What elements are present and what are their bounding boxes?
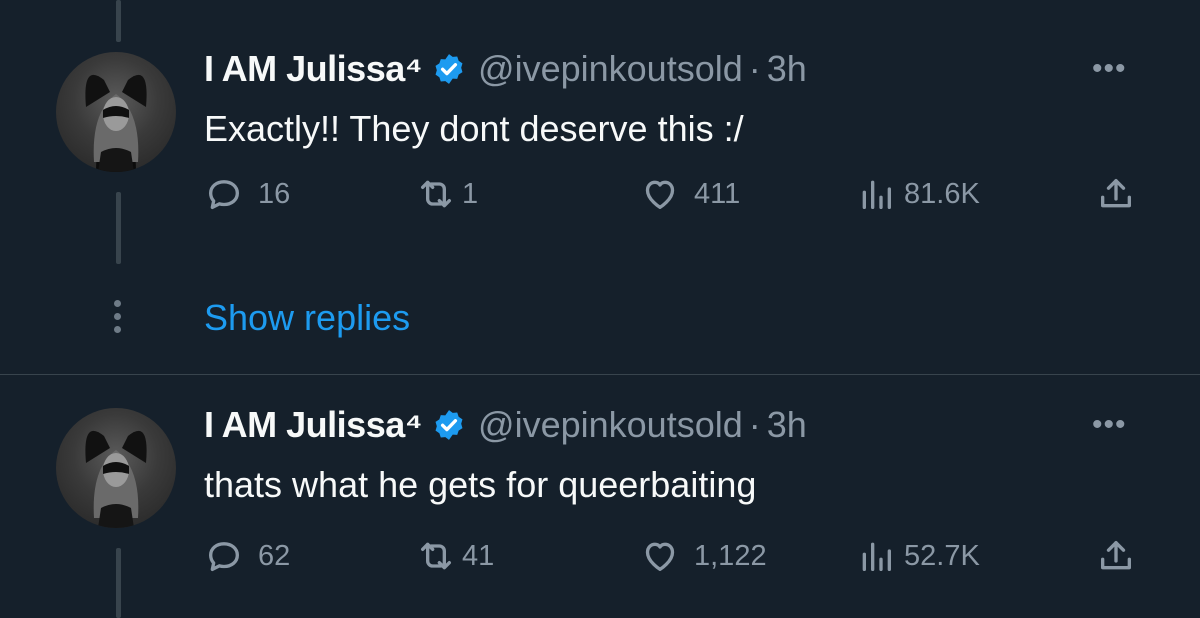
view-count: 81.6K: [904, 177, 980, 210]
tweet-header: I AM Julissa⁴ @ivepinkoutsold · 3h: [204, 404, 807, 446]
like-button[interactable]: 1,122: [640, 536, 767, 576]
reply-count: 16: [258, 177, 291, 210]
thread-ellipsis-icon: [113, 300, 123, 339]
retweet-icon: [421, 542, 451, 570]
share-icon: [1101, 179, 1131, 208]
share-button[interactable]: [1096, 174, 1136, 214]
retweet-count: 1: [462, 177, 479, 210]
action-bar: 16 1 411 81.6K: [0, 174, 1200, 214]
heart-icon: [645, 180, 675, 209]
show-replies-link[interactable]: Show replies: [204, 297, 410, 339]
reply-count: 62: [258, 539, 291, 572]
handle[interactable]: @ivepinkoutsold: [478, 48, 743, 90]
reply-button[interactable]: 62: [204, 536, 290, 576]
heart-icon: [645, 542, 675, 571]
handle[interactable]: @ivepinkoutsold: [478, 404, 743, 446]
action-bar: 62 41 1,122 52.7K: [0, 536, 1200, 576]
views-chart-icon: [862, 180, 891, 209]
avatar[interactable]: [56, 408, 176, 528]
tweet[interactable]: I AM Julissa⁴ @ivepinkoutsold · 3h ••• t…: [0, 374, 1200, 618]
reply-icon: [209, 180, 239, 209]
timestamp[interactable]: 3h: [767, 48, 807, 90]
display-name[interactable]: I AM Julissa⁴: [204, 48, 423, 90]
retweet-count: 41: [462, 539, 495, 572]
view-count: 52.7K: [904, 539, 980, 572]
tweet-text: Exactly!! They dont deserve this :/: [204, 108, 744, 149]
display-name[interactable]: I AM Julissa⁴: [204, 404, 423, 446]
avatar[interactable]: [56, 52, 176, 172]
retweet-button[interactable]: 41: [416, 536, 494, 576]
tweet-text: thats what he gets for queerbaiting: [204, 464, 757, 505]
views-button[interactable]: 81.6K: [856, 174, 980, 214]
reply-button[interactable]: 16: [204, 174, 290, 214]
timestamp[interactable]: 3h: [767, 404, 807, 446]
more-dots-icon[interactable]: •••: [1092, 408, 1127, 442]
views-chart-icon: [862, 542, 891, 571]
views-button[interactable]: 52.7K: [856, 536, 980, 576]
like-count: 411: [694, 177, 741, 210]
tweet[interactable]: I AM Julissa⁴ @ivepinkoutsold · 3h ••• E…: [0, 0, 1200, 374]
like-button[interactable]: 411: [640, 174, 740, 214]
share-icon: [1101, 541, 1131, 570]
tweet-header: I AM Julissa⁴ @ivepinkoutsold · 3h: [204, 48, 807, 90]
reply-icon: [209, 542, 239, 571]
retweet-icon: [421, 180, 451, 208]
more-dots-icon[interactable]: •••: [1092, 52, 1127, 86]
share-button[interactable]: [1096, 536, 1136, 576]
verified-badge-icon: [435, 410, 463, 440]
retweet-button[interactable]: 1: [416, 174, 478, 214]
separator: ·: [748, 48, 761, 89]
verified-badge-icon: [435, 54, 463, 84]
separator: ·: [748, 404, 761, 445]
like-count: 1,122: [694, 539, 767, 572]
